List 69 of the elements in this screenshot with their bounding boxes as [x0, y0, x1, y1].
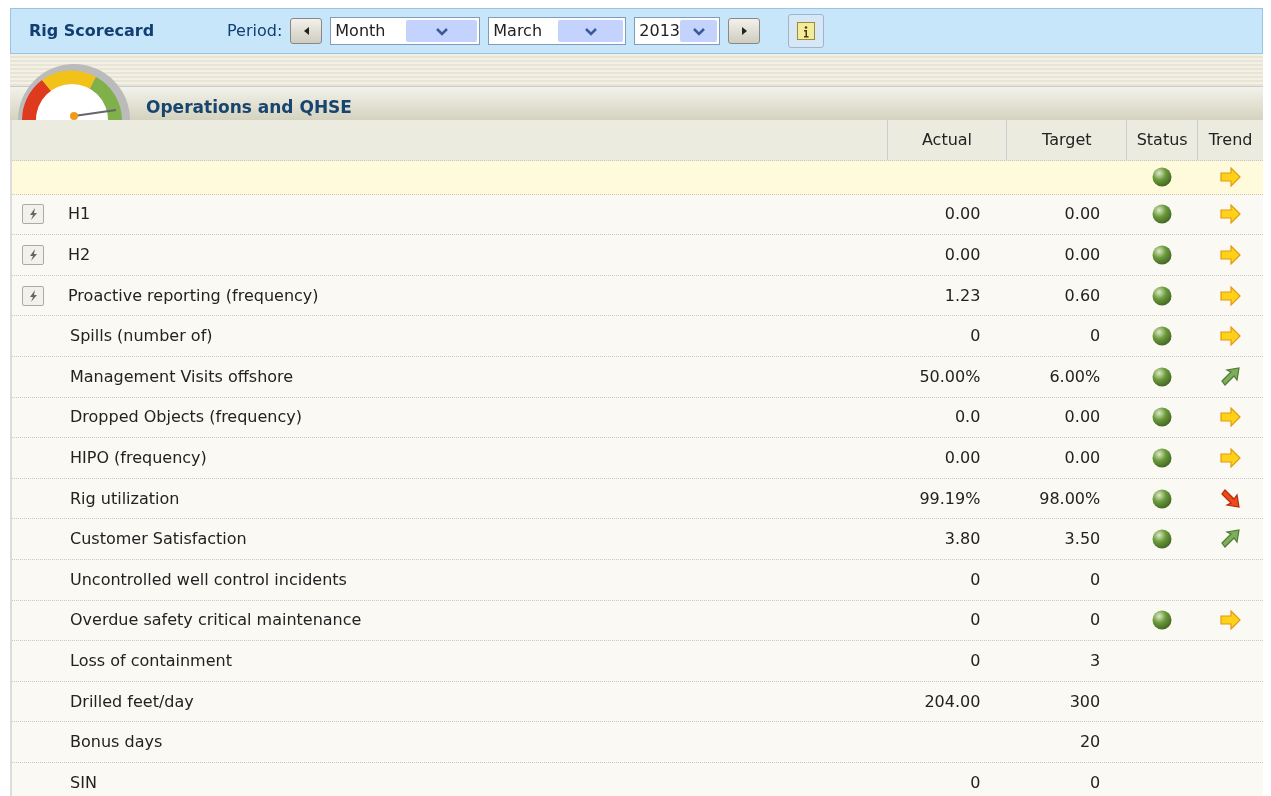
row-label: Customer Satisfaction: [70, 528, 247, 551]
target-value: 0.00: [1064, 447, 1101, 467]
chevron-down-icon: [435, 26, 448, 36]
target-value: 6.00%: [1049, 366, 1101, 386]
actual-value: 1.23: [944, 285, 981, 305]
actual-value: 99.19%: [919, 488, 981, 508]
gauge-icon: [16, 64, 132, 120]
target-value: 3: [1090, 650, 1101, 670]
row-label: Loss of containment: [70, 649, 232, 672]
column-header: Target: [1006, 120, 1127, 160]
lightning-icon: [27, 288, 39, 303]
target-value: 0: [1090, 326, 1101, 346]
actual-value: 0.00: [944, 447, 981, 467]
row-label: Management Visits offshore: [70, 365, 294, 388]
flash-button[interactable]: [22, 204, 44, 225]
target-value: 3.50: [1064, 529, 1101, 549]
unit-dropdown[interactable]: Month: [330, 17, 481, 45]
app-title: Rig Scorecard: [29, 20, 156, 42]
actual-value: 0.00: [944, 245, 981, 264]
year-dropdown[interactable]: 2013: [634, 17, 721, 45]
row-label: SIN: [70, 771, 97, 794]
row-label: Spills (number of): [70, 325, 213, 348]
column-header: Actual: [886, 120, 1007, 160]
flash-button[interactable]: [22, 245, 44, 265]
next-button[interactable]: [728, 18, 761, 44]
actual-value: 3.80: [944, 529, 981, 549]
row-label: Rig utilization: [70, 487, 180, 510]
target-value: 0.00: [1064, 407, 1101, 427]
left-triangle-icon: [302, 26, 310, 36]
row-label: Dropped Objects (frequency): [70, 406, 302, 429]
info-icon: [797, 22, 816, 40]
chevron-down-icon: [584, 26, 597, 36]
actual-value: 50.00%: [919, 366, 981, 386]
period-label: Period:: [227, 20, 283, 42]
row-label: Drilled feet/day: [70, 690, 194, 713]
target-value: 0: [1090, 610, 1101, 630]
info-button[interactable]: [788, 14, 825, 48]
previous-button[interactable]: [290, 18, 323, 44]
row-label: H1: [68, 203, 91, 226]
right-triangle-icon: [740, 26, 748, 36]
actual-value: 0: [970, 569, 981, 589]
period-dropdown[interactable]: March: [488, 17, 627, 45]
column-header: Trend: [1197, 120, 1263, 160]
row-label: Bonus days: [70, 731, 163, 754]
row-label: Uncontrolled well control incidents: [70, 568, 347, 591]
target-value: 0.00: [1064, 245, 1101, 264]
chevron-down-icon: [692, 26, 705, 36]
target-value: 98.00%: [1039, 488, 1101, 508]
actual-value: 0.00: [944, 204, 981, 224]
target-value: 0.00: [1064, 204, 1101, 224]
flash-button[interactable]: [22, 285, 44, 306]
target-value: 300: [1069, 691, 1101, 711]
lightning-icon: [27, 248, 39, 262]
row-label: Overdue safety critical maintenance: [70, 609, 362, 632]
target-value: 0: [1090, 772, 1101, 792]
row-label: H2: [68, 244, 91, 266]
section-title: Operations and QHSE: [146, 96, 352, 119]
target-value: 0: [1090, 569, 1101, 589]
actual-value: 0: [970, 772, 981, 792]
actual-value: 0: [970, 326, 981, 346]
actual-value: 0.0: [954, 407, 981, 427]
row-label: HIPO (frequency): [70, 446, 207, 469]
target-value: 20: [1079, 732, 1101, 752]
actual-value: 204.00: [924, 691, 981, 711]
actual-value: 0: [970, 650, 981, 670]
actual-value: 0: [970, 610, 981, 630]
target-value: 0.60: [1064, 285, 1101, 305]
row-label: Proactive reporting (frequency): [68, 284, 319, 307]
column-header: Status: [1126, 120, 1198, 160]
